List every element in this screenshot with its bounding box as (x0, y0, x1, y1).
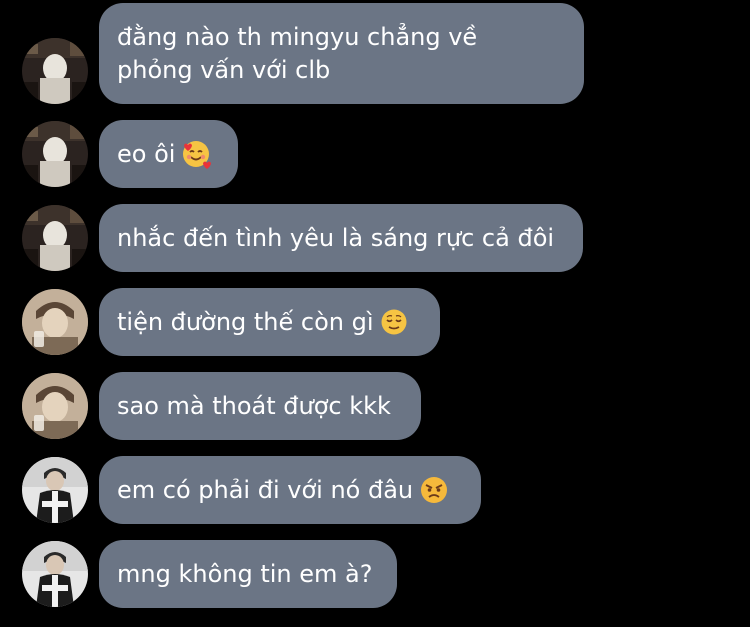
angry-face-icon (419, 475, 449, 505)
sender-avatar[interactable] (22, 457, 88, 523)
message-text: tiện đường thế còn gì (117, 307, 374, 336)
dark-room-avatar (22, 205, 88, 271)
sender-avatar[interactable] (22, 373, 88, 439)
message-text: sao mà thoát được kkk (117, 391, 391, 420)
message-bubble[interactable]: đằng nào th mingyu chẳng về phỏng vấn vớ… (99, 3, 584, 104)
smiling-face-with-hearts-icon (181, 139, 212, 169)
message-text-line-1: đằng nào th mingyu chẳng về (117, 22, 478, 51)
message-bubble[interactable]: sao mà thoát được kkk (99, 372, 421, 440)
dark-room-avatar (22, 38, 88, 104)
jacket-portrait-avatar (22, 541, 88, 607)
dark-room-avatar (22, 121, 88, 187)
message-bubble[interactable]: tiện đường thế còn gì (99, 288, 440, 356)
sepia-portrait-avatar (22, 289, 88, 355)
message-text-line-2: phỏng vấn với clb (117, 55, 331, 84)
message-text: em có phải đi với nó đâu (117, 475, 414, 504)
message-bubble[interactable]: em có phải đi với nó đâu (99, 456, 481, 524)
relieved-face-icon (380, 308, 408, 336)
sender-avatar[interactable] (22, 541, 88, 607)
jacket-portrait-avatar (22, 457, 88, 523)
sender-avatar[interactable] (22, 121, 88, 187)
sepia-portrait-avatar (22, 373, 88, 439)
message-bubble[interactable]: mng không tin em à? (99, 540, 397, 608)
sender-avatar[interactable] (22, 289, 88, 355)
message-text: mng không tin em à? (117, 559, 373, 588)
sender-avatar[interactable] (22, 205, 88, 271)
message-bubble[interactable]: eo ôi (99, 120, 238, 188)
message-text: nhắc đến tình yêu là sáng rực cả đôi (117, 223, 555, 252)
message-text: eo ôi (117, 139, 176, 168)
sender-avatar[interactable] (22, 38, 88, 104)
chat-thread: đằng nào th mingyu chẳng về phỏng vấn vớ… (0, 0, 750, 627)
message-bubble[interactable]: nhắc đến tình yêu là sáng rực cả đôi (99, 204, 583, 272)
